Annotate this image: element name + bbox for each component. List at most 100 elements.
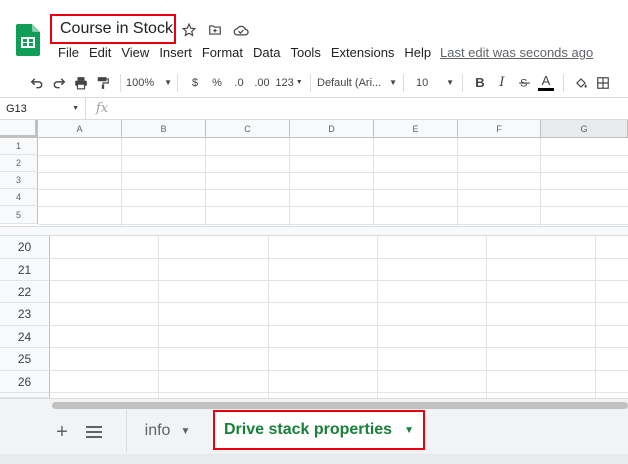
column-header-c[interactable]: C <box>206 120 290 138</box>
gridline <box>50 370 628 371</box>
toolbar: 100% ▼ $ % .0 .00 123 ▼ Default (Ari... … <box>0 68 628 98</box>
star-icon[interactable] <box>180 21 198 39</box>
gridline <box>50 392 628 393</box>
horizontal-scroll-thumb[interactable] <box>52 402 628 409</box>
column-header-f[interactable]: F <box>458 120 541 138</box>
gridline <box>595 236 596 398</box>
gridline <box>50 347 628 348</box>
grid-zoomed: 20 21 22 23 24 25 26 <box>0 236 628 398</box>
font-value: Default (Ari... <box>317 76 382 89</box>
italic-button[interactable]: I <box>491 71 513 95</box>
column-header-e[interactable]: E <box>374 120 458 138</box>
gridline <box>50 258 628 259</box>
formula-input[interactable] <box>122 98 628 119</box>
menu-view[interactable]: View <box>121 45 149 60</box>
cloud-status-icon[interactable] <box>232 21 250 39</box>
text-color-swatch <box>538 88 554 91</box>
gridline <box>50 325 628 326</box>
gridline <box>205 138 206 226</box>
gridline <box>50 302 628 303</box>
redo-icon[interactable] <box>48 71 70 95</box>
row-header-3[interactable]: 3 <box>0 172 38 189</box>
sheet-tab-drive-stack-properties[interactable]: Drive stack properties ▼ <box>213 410 425 450</box>
row-header-26[interactable]: 26 <box>0 371 50 393</box>
toolbar-divider <box>403 73 404 92</box>
row-header-5[interactable]: 5 <box>0 206 38 224</box>
row-header-25[interactable]: 25 <box>0 348 50 371</box>
column-header-a[interactable]: A <box>38 120 122 138</box>
row-header-1[interactable]: 1 <box>0 138 38 155</box>
document-title-text: Course in Stock <box>60 20 173 37</box>
undo-icon[interactable] <box>26 71 48 95</box>
percent-button[interactable]: % <box>206 71 228 95</box>
menu-edit[interactable]: Edit <box>89 45 111 60</box>
sheet-tab-info[interactable]: info ▼ <box>126 410 208 452</box>
column-header-b[interactable]: B <box>122 120 206 138</box>
name-box[interactable]: G13 ▼ <box>0 97 86 120</box>
all-sheets-icon[interactable] <box>84 420 104 444</box>
print-icon[interactable] <box>70 71 92 95</box>
font-size-select[interactable]: 10 ▼ <box>410 71 456 95</box>
zoom-caret-icon: ▼ <box>164 78 173 87</box>
sheet-tab-menu-icon[interactable]: ▼ <box>180 426 190 437</box>
menu-insert[interactable]: Insert <box>159 45 192 60</box>
formula-bar: G13 ▼ fx <box>0 97 628 120</box>
toolbar-divider <box>310 73 311 92</box>
more-formats-button[interactable]: 123 ▼ <box>274 71 304 95</box>
gridline <box>377 236 378 398</box>
row-header-23[interactable]: 23 <box>0 303 50 326</box>
sheet-tab-info-label: info <box>144 422 171 439</box>
row-header-20[interactable]: 20 <box>0 236 50 259</box>
menu-file[interactable]: File <box>58 45 79 60</box>
currency-button[interactable]: $ <box>184 71 206 95</box>
header: Course in Stock File Edit View Insert Fo… <box>0 0 628 68</box>
column-header-g[interactable]: G <box>541 120 628 138</box>
document-title[interactable]: Course in Stock <box>50 14 176 44</box>
menu-tools[interactable]: Tools <box>290 45 320 60</box>
bottom-strip <box>0 454 628 464</box>
bold-button[interactable]: B <box>469 71 491 95</box>
gridline <box>289 138 290 226</box>
gridline <box>486 236 487 398</box>
sheets-logo-icon[interactable] <box>16 24 40 56</box>
gridline <box>50 280 628 281</box>
column-header-d[interactable]: D <box>290 120 374 138</box>
select-all-corner[interactable] <box>0 120 38 138</box>
menu-format[interactable]: Format <box>202 45 243 60</box>
menu-extensions[interactable]: Extensions <box>331 45 395 60</box>
name-box-caret-icon: ▼ <box>72 104 79 112</box>
borders-icon[interactable] <box>592 71 614 95</box>
zoom-value: 100% <box>125 76 155 89</box>
sheet-tabs-bar: + info ▼ Drive stack properties ▼ <box>0 410 628 454</box>
menu-bar: File Edit View Insert Format Data Tools … <box>58 45 441 60</box>
menu-help[interactable]: Help <box>404 45 431 60</box>
fill-color-icon[interactable] <box>570 71 592 95</box>
text-color-button[interactable]: A <box>535 71 557 95</box>
more-formats-caret-icon: ▼ <box>295 79 303 86</box>
font-size-value: 10 <box>416 76 429 89</box>
toolbar-divider <box>177 73 178 92</box>
decrease-decimal-button[interactable]: .0 <box>228 71 250 95</box>
row-header-21[interactable]: 21 <box>0 259 50 281</box>
menu-data[interactable]: Data <box>253 45 280 60</box>
zoom-select[interactable]: 100% ▼ <box>125 71 173 95</box>
row-header-24[interactable]: 24 <box>0 326 50 348</box>
more-formats-label: 123 <box>275 76 294 89</box>
increase-decimal-button[interactable]: .00 <box>250 71 274 95</box>
move-to-folder-icon[interactable] <box>206 21 224 39</box>
grid-top: A B C D E F G 1 2 3 4 5 <box>0 120 628 226</box>
last-edit-link[interactable]: Last edit was seconds ago <box>440 45 593 60</box>
row-header-4[interactable]: 4 <box>0 189 38 206</box>
add-sheet-button[interactable]: + <box>52 420 72 444</box>
strikethrough-icon[interactable]: S <box>513 71 535 95</box>
row-header-2[interactable]: 2 <box>0 155 38 172</box>
sheet-tab-menu-icon[interactable]: ▼ <box>404 425 414 436</box>
row-header-22[interactable]: 22 <box>0 281 50 303</box>
gridline <box>373 138 374 226</box>
gridline <box>158 236 159 398</box>
toolbar-divider <box>563 73 564 92</box>
gridline <box>540 138 541 226</box>
gridline <box>268 236 269 398</box>
paint-format-icon[interactable] <box>92 71 114 95</box>
font-select[interactable]: Default (Ari... ▼ <box>317 71 397 95</box>
